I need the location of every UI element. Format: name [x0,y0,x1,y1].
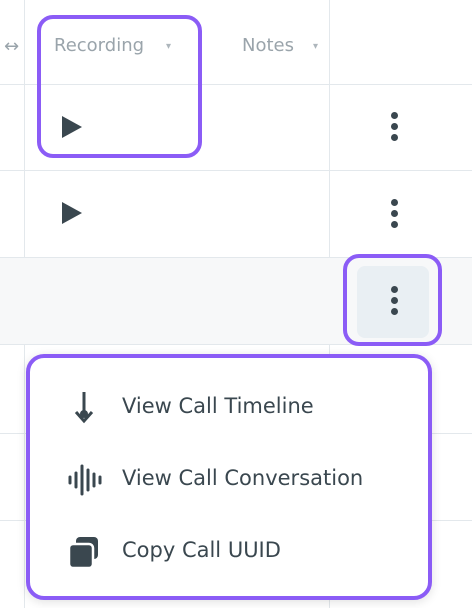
menu-item-view-conversation[interactable]: View Call Conversation [30,448,428,508]
row-actions-menu: View Call Timeline View Call Conversatio… [26,354,432,600]
menu-item-label: View Call Conversation [122,466,364,490]
row-actions-kebab-icon[interactable] [388,199,400,233]
table-row [0,171,472,258]
menu-item-label: Copy Call UUID [122,538,281,562]
timeline-icon [74,392,94,424]
row-actions-kebab-icon[interactable] [388,112,400,146]
recording-highlight [37,15,202,158]
menu-item-label: View Call Timeline [122,394,314,418]
notes-sort-caret-icon[interactable]: ▾ [313,41,318,52]
notes-column-header[interactable]: Notes [242,35,294,56]
column-resize-icon[interactable]: ↔ [4,36,19,57]
menu-item-view-timeline[interactable]: View Call Timeline [30,376,428,436]
copy-icon [67,537,98,570]
play-recording-icon[interactable] [62,202,82,224]
menu-item-copy-uuid[interactable]: Copy Call UUID [30,520,428,580]
waveform-icon [68,464,102,496]
kebab-highlight [343,254,442,346]
